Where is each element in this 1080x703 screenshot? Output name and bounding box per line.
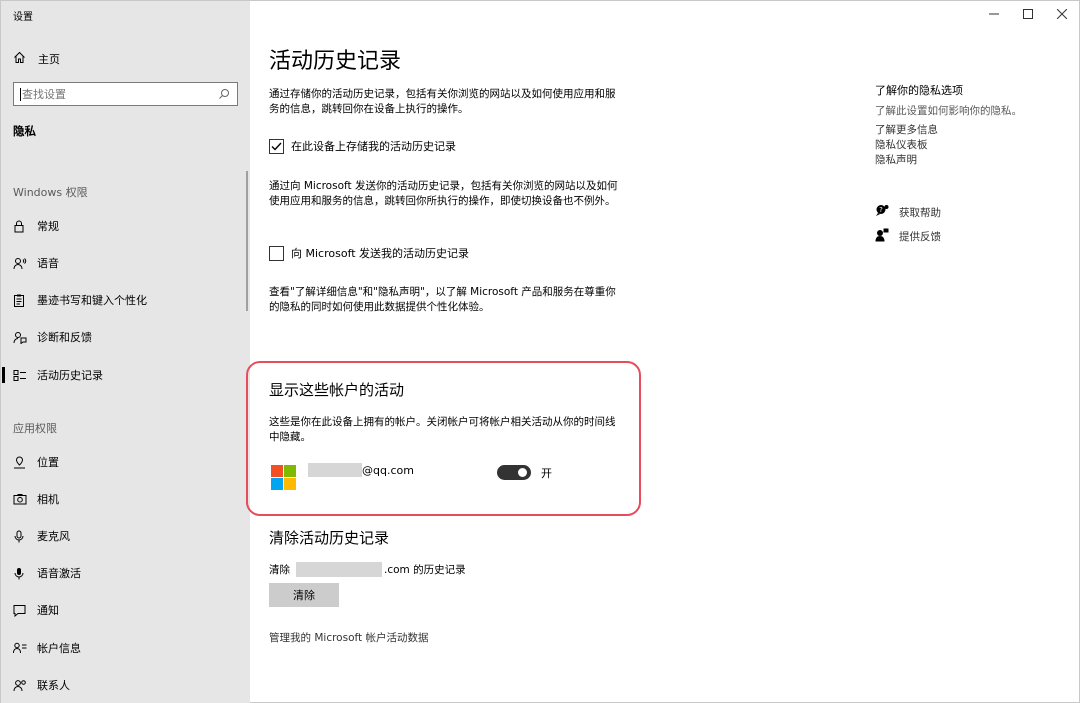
manage-account-activity-link[interactable]: 管理我的 Microsoft 帐户活动数据 bbox=[269, 630, 428, 645]
feedback-person-icon bbox=[875, 228, 889, 245]
description-send-history: 通过向 Microsoft 发送你的活动历史记录，包括有关你浏览的网站以及如何使… bbox=[269, 180, 618, 207]
sidebar-item-label: 联系人 bbox=[37, 679, 70, 692]
sidebar-item-label: 帐户信息 bbox=[37, 642, 81, 655]
page-title: 活动历史记录 bbox=[269, 49, 402, 74]
activity-icon bbox=[1, 369, 37, 382]
sidebar-item-microphone[interactable]: 麦克风 bbox=[1, 520, 250, 552]
section-heading-privacy: 隐私 bbox=[13, 124, 36, 138]
nav-home[interactable]: 主页 bbox=[13, 49, 60, 69]
send-history-checkbox[interactable] bbox=[269, 245, 284, 261]
sidebar-item-camera[interactable]: 相机 bbox=[1, 483, 250, 515]
contacts-icon bbox=[1, 679, 37, 692]
sidebar-item-contacts[interactable]: 联系人 bbox=[1, 669, 250, 701]
sidebar-item-general[interactable]: 常规 bbox=[1, 210, 250, 242]
store-history-checkbox[interactable] bbox=[269, 138, 284, 154]
sidebar-item-label: 语音激活 bbox=[37, 567, 81, 580]
sidebar-item-label: 活动历史记录 bbox=[37, 369, 103, 382]
privacy-options-subtitle: 了解此设置如何影响你的隐私。 bbox=[875, 105, 1022, 117]
sidebar-item-label: 相机 bbox=[37, 493, 59, 506]
store-history-checkbox-row[interactable]: 在此设备上存储我的活动历史记录 bbox=[269, 138, 456, 154]
group-label-windows: Windows 权限 bbox=[13, 186, 88, 199]
feedback-icon bbox=[1, 331, 37, 344]
sidebar-scrollbar[interactable] bbox=[246, 171, 248, 311]
sidebar-item-label: 语音 bbox=[37, 257, 59, 270]
camera-icon bbox=[1, 493, 37, 505]
home-icon bbox=[13, 51, 26, 67]
sidebar-item-location[interactable]: 位置 bbox=[1, 446, 250, 478]
privacy-statement-link[interactable]: 隐私声明 bbox=[875, 152, 917, 167]
redacted-account bbox=[296, 562, 382, 577]
sidebar-item-speech[interactable]: 语音 bbox=[1, 247, 250, 279]
account-info-icon bbox=[1, 642, 37, 654]
sidebar-item-voice-activation[interactable]: 语音激活 bbox=[1, 557, 250, 589]
sidebar-item-account-info[interactable]: 帐户信息 bbox=[1, 632, 250, 664]
get-help-link[interactable]: ? 获取帮助 bbox=[875, 204, 941, 220]
clear-history-line: 清除 .com 的历史记录 bbox=[269, 562, 466, 577]
group-label-app-permissions: 应用权限 bbox=[13, 422, 57, 435]
sidebar-item-label: 墨迹书写和键入个性化 bbox=[37, 294, 147, 307]
sidebar-item-activity-history[interactable]: 活动历史记录 bbox=[1, 359, 250, 391]
svg-text:?: ? bbox=[879, 206, 883, 214]
search-input[interactable] bbox=[22, 87, 217, 101]
sidebar-item-label: 麦克风 bbox=[37, 530, 70, 543]
clear-section-title: 清除活动历史记录 bbox=[269, 529, 390, 547]
notification-icon bbox=[1, 604, 37, 617]
clear-prefix: 清除 bbox=[269, 564, 290, 576]
privacy-dashboard-link[interactable]: 隐私仪表板 bbox=[875, 137, 928, 152]
help-chat-icon: ? bbox=[875, 204, 889, 220]
send-history-checkbox-row[interactable]: 向 Microsoft 发送我的活动历史记录 bbox=[269, 245, 469, 261]
sidebar-item-diagnostics[interactable]: 诊断和反馈 bbox=[1, 321, 250, 353]
main-content: 活动历史记录 通过存储你的活动历史记录，包括有关你浏览的网站以及如何使用应用和服… bbox=[250, 1, 850, 703]
send-history-label: 向 Microsoft 发送我的活动历史记录 bbox=[291, 247, 470, 260]
give-feedback-link[interactable]: 提供反馈 bbox=[875, 228, 941, 245]
voice-activation-icon bbox=[1, 567, 37, 580]
microphone-icon bbox=[1, 530, 37, 543]
description-store-history: 通过存储你的活动历史记录，包括有关你浏览的网站以及如何使用应用和服务的信息，跳转… bbox=[269, 88, 616, 115]
sidebar-item-notifications[interactable]: 通知 bbox=[1, 594, 250, 626]
sidebar-item-label: 诊断和反馈 bbox=[37, 331, 92, 344]
search-field[interactable] bbox=[13, 82, 238, 106]
sidebar-item-label: 通知 bbox=[37, 604, 59, 617]
settings-window: 设置 主页 隐私 Windows 权限 常规 语音 bbox=[0, 0, 1080, 703]
checkmark-icon bbox=[271, 142, 282, 151]
sidebar: 设置 主页 隐私 Windows 权限 常规 语音 bbox=[1, 1, 250, 703]
sidebar-item-inking[interactable]: 墨迹书写和键入个性化 bbox=[1, 284, 250, 316]
clear-suffix: .com 的历史记录 bbox=[384, 564, 466, 576]
sidebar-item-label: 位置 bbox=[37, 456, 59, 469]
lock-icon bbox=[1, 220, 37, 233]
privacy-options-title: 了解你的隐私选项 bbox=[875, 84, 963, 97]
sidebar-item-label: 常规 bbox=[37, 220, 59, 233]
app-title: 设置 bbox=[13, 12, 33, 23]
highlight-annotation bbox=[246, 361, 641, 516]
learn-more-link[interactable]: 了解更多信息 bbox=[875, 122, 938, 137]
home-label: 主页 bbox=[38, 53, 60, 66]
speech-icon bbox=[1, 257, 37, 270]
clipboard-icon bbox=[1, 294, 37, 307]
store-history-label: 在此设备上存储我的活动历史记录 bbox=[291, 140, 456, 153]
give-feedback-label: 提供反馈 bbox=[899, 231, 941, 243]
description-privacy-statement: 查看"了解详细信息"和"隐私声明"，以了解 Microsoft 产品和服务在尊重… bbox=[269, 286, 616, 313]
get-help-label: 获取帮助 bbox=[899, 206, 941, 219]
clear-button[interactable]: 清除 bbox=[269, 583, 339, 607]
location-icon bbox=[1, 455, 37, 469]
search-icon[interactable] bbox=[217, 87, 231, 101]
text-cursor bbox=[20, 87, 21, 101]
right-panel: 了解你的隐私选项 了解此设置如何影响你的隐私。 了解更多信息 隐私仪表板 隐私声… bbox=[875, 1, 1075, 703]
